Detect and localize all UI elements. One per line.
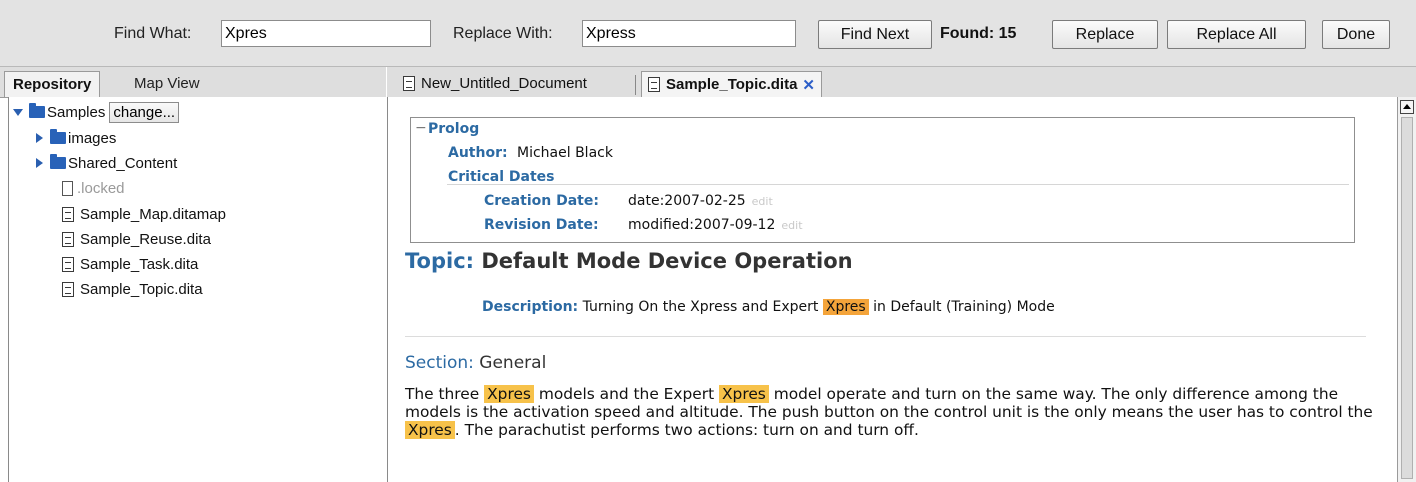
tree-item-sample-task[interactable]: Sample_Task.dita (62, 253, 198, 275)
document-icon (62, 256, 74, 272)
replace-with-input[interactable] (582, 20, 796, 47)
find-what-label: Find What: (114, 25, 192, 42)
folder-icon (29, 103, 45, 118)
tree-item-label: Sample_Topic.dita (80, 280, 203, 298)
topic-title-text: Default Mode Device Operation (481, 249, 853, 273)
tree-item-label: Samples (47, 103, 106, 121)
left-panel-tabs: Repository Map View (0, 67, 386, 98)
tree-item-label: Shared_Content (68, 154, 178, 172)
author-label: Author: (448, 145, 508, 161)
tree-item-label: Sample_Map.ditamap (80, 205, 226, 223)
collapsed-triangle-icon[interactable] (36, 133, 43, 143)
tree-item-label: Sample_Reuse.dita (80, 230, 211, 248)
tree-item-label: .locked (77, 179, 125, 197)
tab-label: Sample_Topic.dita (666, 76, 798, 93)
replace-button[interactable]: Replace (1052, 20, 1158, 49)
tree-item-shared-content[interactable]: Shared_Content (36, 152, 177, 174)
document-editor[interactable]: − Prolog Author: Michael Black Critical … (387, 97, 1398, 482)
repository-tree: Samples change... images Shared_Content … (8, 97, 388, 482)
match-highlight: Xpres (484, 385, 534, 403)
revision-date-value[interactable]: modified:2007-09-12 edit (628, 217, 803, 233)
topic-label: Topic: (405, 249, 475, 273)
paragraph-text: . The parachutist performs two actions: … (454, 421, 919, 439)
scroll-up-arrow-icon[interactable] (1400, 100, 1414, 114)
revision-date-label: Revision Date: (484, 217, 599, 233)
found-count: Found: 15 (940, 25, 1017, 42)
prolog-box: − Prolog Author: Michael Black Critical … (410, 117, 1355, 243)
critical-dates-label: Critical Dates (448, 169, 555, 185)
section-divider (405, 336, 1366, 337)
creation-date-text: date:2007-02-25 (628, 193, 746, 209)
find-replace-toolbar: Find What: Replace With: Find Next Found… (0, 0, 1416, 67)
section-title: General (479, 353, 547, 373)
document-icon (62, 231, 74, 247)
tab-sample-topic[interactable]: Sample_Topic.dita ✕ (641, 71, 822, 97)
tab-map-view[interactable]: Map View (126, 71, 208, 97)
tree-item-images[interactable]: images (36, 127, 116, 149)
section-paragraph[interactable]: The three Xpres models and the Expert Xp… (405, 385, 1375, 439)
change-button[interactable]: change... (109, 101, 180, 123)
tab-repository[interactable]: Repository (4, 71, 101, 97)
creation-date-value[interactable]: date:2007-02-25 edit (628, 193, 773, 209)
tab-new-untitled-document[interactable]: New_Untitled_Document (397, 71, 593, 97)
blank-file-icon (62, 180, 73, 196)
document-icon (62, 281, 74, 297)
folder-icon (50, 154, 66, 169)
creation-edit-link[interactable]: edit (752, 195, 773, 208)
paragraph-text: models and the Expert (538, 385, 715, 403)
description-text: Turning On the Xpress and Expert (582, 299, 819, 315)
description-text-after: in Default (Training) Mode (873, 299, 1055, 315)
current-match-highlight: Xpres (822, 299, 869, 315)
topic-title[interactable]: Topic: Default Mode Device Operation (405, 249, 853, 273)
editor-scrollbar[interactable] (1397, 97, 1416, 482)
replace-all-button[interactable]: Replace All (1167, 20, 1306, 49)
revision-date-text: modified:2007-09-12 (628, 217, 776, 233)
replace-with-label: Replace With: (453, 25, 553, 42)
tree-item-label: images (68, 129, 117, 147)
prolog-divider (447, 184, 1349, 185)
tree-item-sample-map[interactable]: Sample_Map.ditamap (62, 203, 226, 225)
tree-item-locked[interactable]: .locked (62, 177, 125, 199)
prolog-header[interactable]: Prolog (428, 121, 479, 137)
document-icon (403, 76, 415, 91)
section-heading[interactable]: Section: General (405, 353, 546, 373)
tree-item-samples[interactable]: Samples change... (13, 101, 180, 123)
paragraph-text: The three (405, 385, 480, 403)
folder-icon (50, 129, 66, 144)
section-label: Section: (405, 353, 474, 373)
description[interactable]: Description: Turning On the Xpress and E… (482, 299, 1055, 315)
collapse-icon[interactable]: − (415, 120, 427, 136)
match-highlight: Xpres (719, 385, 769, 403)
collapsed-triangle-icon[interactable] (36, 158, 43, 168)
find-what-input[interactable] (221, 20, 431, 47)
close-tab-icon[interactable]: ✕ (802, 76, 815, 94)
tree-item-sample-reuse[interactable]: Sample_Reuse.dita (62, 228, 211, 250)
tree-item-sample-topic[interactable]: Sample_Topic.dita (62, 278, 203, 300)
expanded-triangle-icon[interactable] (13, 108, 23, 116)
revision-edit-link[interactable]: edit (781, 219, 802, 232)
done-button[interactable]: Done (1322, 20, 1390, 49)
description-label: Description: (482, 299, 579, 315)
document-icon (62, 206, 74, 222)
find-next-button[interactable]: Find Next (818, 20, 932, 49)
scroll-thumb[interactable] (1401, 117, 1413, 479)
creation-date-label: Creation Date: (484, 193, 599, 209)
tree-item-label: Sample_Task.dita (80, 255, 199, 273)
match-highlight: Xpres (405, 421, 455, 439)
document-icon (648, 77, 660, 92)
tab-divider (635, 75, 636, 95)
document-tabs: New_Untitled_Document Sample_Topic.dita … (387, 67, 1416, 98)
author-value[interactable]: Michael Black (517, 145, 613, 161)
tab-label: New_Untitled_Document (421, 75, 587, 92)
